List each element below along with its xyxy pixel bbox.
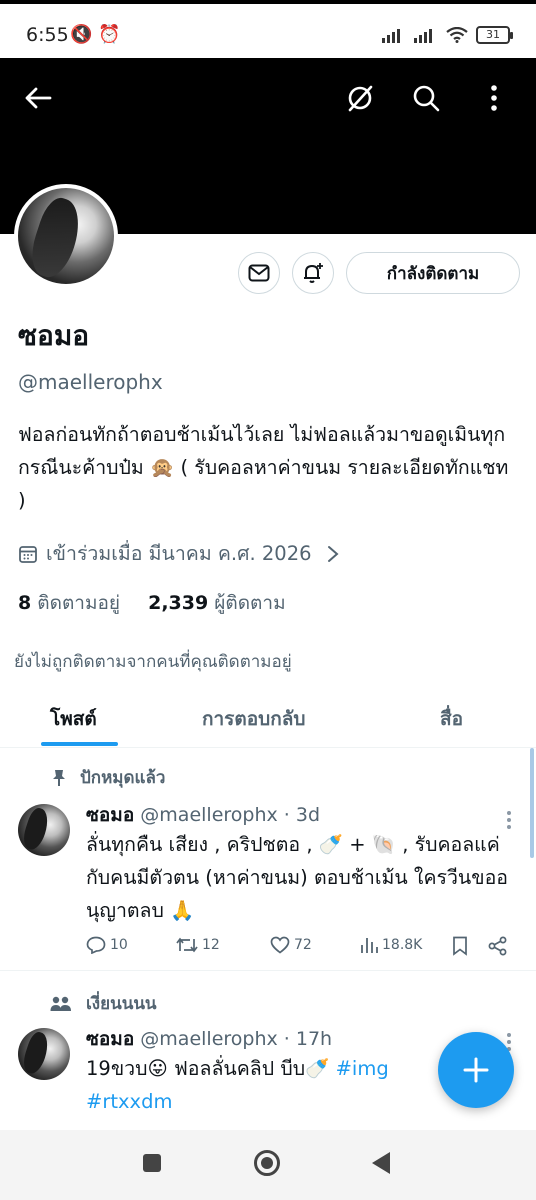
- recents-button[interactable]: [143, 1154, 161, 1172]
- grok-icon: [348, 85, 373, 112]
- post-divider: [0, 970, 536, 971]
- reply-count: 10: [110, 937, 128, 953]
- post-text: ลั่นทุกคืน เสียง , คริปชตอ , 🍼 + 🐚 , รับ…: [86, 833, 509, 922]
- post-avatar[interactable]: [18, 1028, 70, 1080]
- more-vertical-icon: [491, 85, 497, 111]
- signal-icon: [382, 29, 400, 43]
- status-right-icons: 31: [382, 26, 513, 44]
- followers-label: ผู้ติดตาม: [214, 592, 286, 614]
- chevron-right-icon[interactable]: [326, 544, 340, 564]
- calendar-icon: [19, 545, 37, 563]
- tab-posts[interactable]: โพสต์: [50, 704, 97, 734]
- not-followed-note: ยังไม่ถูกติดตามจากคนที่คุณติดตามอยู่: [14, 652, 292, 672]
- following-button[interactable]: กำลังติดตาม: [346, 252, 520, 294]
- search-icon: [413, 85, 440, 112]
- plus-icon: [463, 1057, 489, 1083]
- profile-bio: ฟอลก่อนทักถ้าตอบช้าเม้นไว้เลย ไม่ฟอลแล้ว…: [18, 423, 509, 512]
- tab-media[interactable]: สื่อ: [440, 704, 463, 734]
- active-tab-indicator: [41, 742, 118, 746]
- signal-icon-2: [414, 29, 432, 43]
- pin-icon: [53, 769, 65, 786]
- post-author-handle: @maellerophx: [140, 804, 278, 826]
- share-button[interactable]: [488, 936, 508, 956]
- wifi-icon: [446, 27, 468, 43]
- views-button[interactable]: 18.8K: [360, 936, 422, 954]
- people-icon: [50, 996, 71, 1011]
- heart-icon: [270, 936, 290, 954]
- envelope-icon: [248, 264, 270, 282]
- post-header: ซอมอ @maellerophx · 17h: [86, 1024, 332, 1054]
- post-time: · 17h: [283, 1028, 333, 1050]
- reply-icon: [86, 936, 106, 954]
- repost-icon: [176, 937, 198, 953]
- message-button[interactable]: [238, 252, 280, 294]
- bookmark-button[interactable]: [452, 936, 468, 956]
- home-button[interactable]: [254, 1150, 280, 1176]
- post-author-name[interactable]: ซอมอ: [86, 1028, 134, 1050]
- pinned-label: ปักหมุดแล้ว: [52, 764, 165, 791]
- followers-link[interactable]: 2,339 ผู้ติดตาม: [148, 592, 286, 614]
- post-author-name[interactable]: ซอมอ: [86, 804, 134, 826]
- like-button[interactable]: 72: [270, 936, 312, 954]
- following-link[interactable]: 8 ติดตามอยู่: [18, 592, 120, 614]
- back-nav-button[interactable]: [372, 1152, 390, 1174]
- search-button[interactable]: [406, 78, 446, 118]
- like-count: 72: [294, 937, 312, 953]
- post-text-main: 19ขวบ😛 ฟอลลั่นคลิป บีบ🍼: [86, 1057, 336, 1080]
- bookmark-icon: [453, 936, 467, 956]
- back-button[interactable]: [18, 78, 58, 118]
- more-vertical-icon: [507, 811, 511, 829]
- join-date-text: เข้าร่วมเมื่อ มีนาคม ค.ศ. 2026: [46, 542, 312, 565]
- more-options-button[interactable]: [474, 78, 514, 118]
- repost-button[interactable]: 12: [176, 936, 220, 954]
- profile-avatar[interactable]: [14, 184, 118, 288]
- profile-handle: @maellerophx: [18, 370, 163, 394]
- battery-icon: 31: [476, 26, 513, 44]
- notification-icons: 🔇 ⏰: [70, 24, 121, 45]
- following-count: 8: [18, 592, 32, 614]
- profile-name: ซอมอ: [18, 319, 90, 352]
- views-count: 18.8K: [382, 937, 423, 953]
- status-time: 6:55: [26, 24, 69, 46]
- pinned-label-text: ปักหมุดแล้ว: [80, 768, 166, 788]
- following-label: ติดตามอยู่: [37, 592, 121, 614]
- hashtag-link[interactable]: #img: [336, 1057, 389, 1080]
- followers-count: 2,339: [148, 592, 209, 614]
- views-icon: [361, 938, 378, 953]
- grok-button[interactable]: [340, 78, 380, 118]
- notifications-button[interactable]: [292, 252, 334, 294]
- arrow-left-icon: [25, 87, 52, 109]
- tab-replies[interactable]: การตอบกลับ: [202, 704, 305, 734]
- system-nav-bar: [0, 1130, 536, 1200]
- post-time: · 3d: [283, 804, 321, 826]
- join-date: เข้าร่วมเมื่อ มีนาคม ค.ศ. 2026: [18, 538, 340, 569]
- post-actions: 10 12 72 18.8K: [86, 934, 516, 962]
- community-label-text: เงี่ยนนนน: [86, 994, 157, 1014]
- scrollbar[interactable]: [530, 748, 534, 858]
- share-icon: [488, 936, 507, 956]
- compose-post-button[interactable]: [438, 1032, 514, 1108]
- post-avatar[interactable]: [18, 804, 70, 856]
- repost-count: 12: [202, 937, 220, 953]
- status-bar: 6:55 🔇 ⏰ 31: [0, 0, 536, 58]
- community-label: เงี่ยนนนน: [50, 990, 157, 1017]
- follow-counts: 8 ติดตามอยู่ 2,339 ผู้ติดตาม: [18, 588, 286, 618]
- profile-tabs: โพสต์ การตอบกลับ สื่อ: [0, 690, 536, 748]
- hashtag-link[interactable]: #rtxxdm: [86, 1090, 172, 1113]
- bell-plus-icon: [304, 263, 323, 283]
- post-author-handle: @maellerophx: [140, 1028, 278, 1050]
- reply-button[interactable]: 10: [86, 936, 128, 954]
- post-header: ซอมอ @maellerophx · 3d: [86, 800, 320, 830]
- post-more-button[interactable]: [504, 810, 514, 830]
- post-text: 19ขวบ😛 ฟอลลั่นคลิป บีบ🍼 #img #rtxxdm: [86, 1052, 466, 1118]
